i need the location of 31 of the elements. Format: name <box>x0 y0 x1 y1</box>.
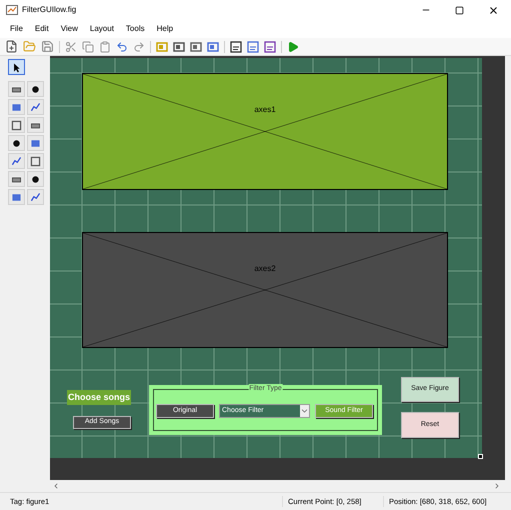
resize-handle[interactable] <box>478 454 483 459</box>
menu-item[interactable]: Tools <box>126 23 145 35</box>
menu-item[interactable]: File <box>10 23 23 35</box>
tool-icon[interactable] <box>173 40 185 52</box>
tool-icon[interactable] <box>190 40 202 52</box>
menu-item[interactable]: Help <box>156 23 174 35</box>
close-icon[interactable] <box>488 4 499 16</box>
axes-label: axes1 <box>254 104 276 116</box>
menu-item[interactable]: Layout <box>90 23 114 35</box>
redo-icon[interactable] <box>133 40 145 52</box>
scissors-icon[interactable] <box>65 40 77 52</box>
new-file-icon[interactable] <box>5 40 18 53</box>
copy-icon[interactable] <box>82 40 94 52</box>
menu-item[interactable]: Edit <box>34 23 49 35</box>
dropdown-icon <box>300 405 309 417</box>
save-icon[interactable] <box>41 40 54 53</box>
menu-item[interactable]: View <box>60 23 78 35</box>
editor-icon[interactable] <box>264 40 276 52</box>
editor-icon[interactable] <box>230 40 242 52</box>
window-title: FilterGUIlow.fig <box>22 4 76 16</box>
maximize-icon[interactable] <box>455 6 464 14</box>
undo-icon[interactable] <box>116 40 128 52</box>
tool-icon[interactable] <box>207 40 219 52</box>
paste-icon[interactable] <box>99 40 111 52</box>
axes-label: axes2 <box>254 263 276 275</box>
figure-icon <box>6 5 18 15</box>
scroll-left-icon[interactable] <box>52 482 60 490</box>
palette-button[interactable] <box>8 59 25 75</box>
static-text: Choose songs <box>67 390 131 405</box>
scroll-right-icon[interactable] <box>493 482 501 490</box>
run-icon[interactable] <box>287 40 299 52</box>
